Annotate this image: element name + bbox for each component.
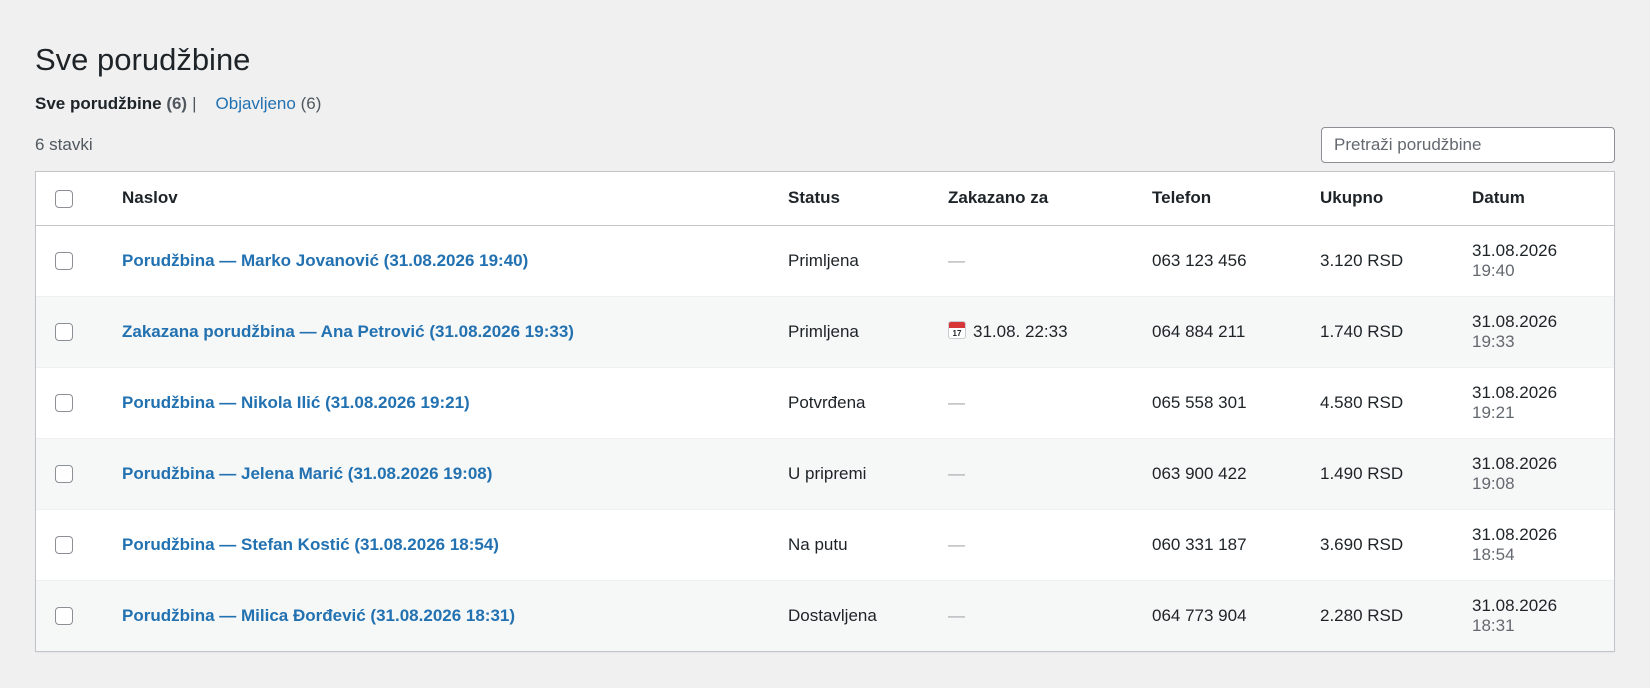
- order-phone: 063 900 422: [1152, 437, 1320, 509]
- order-date-time: 18:54: [1472, 544, 1515, 564]
- search-input[interactable]: [1321, 127, 1615, 163]
- table-row: Porudžbina — Nikola Ilić (31.08.2026 19:…: [36, 366, 1614, 438]
- order-date: 31.08.2026 19:21: [1472, 366, 1614, 438]
- order-date-day: 31.08.2026: [1472, 240, 1558, 260]
- order-title-link[interactable]: Porudžbina — Jelena Marić (31.08.2026 19…: [122, 464, 492, 483]
- order-title-link[interactable]: Porudžbina — Stefan Kostić (31.08.2026 1…: [122, 535, 499, 554]
- column-header-status: Status: [788, 172, 948, 226]
- order-date: 31.08.2026 18:31: [1472, 579, 1614, 651]
- column-header-phone: Telefon: [1152, 172, 1320, 226]
- scheduled-value: 31.08. 22:33: [973, 322, 1068, 341]
- order-phone: 065 558 301: [1152, 366, 1320, 438]
- order-date-time: 19:21: [1472, 402, 1515, 422]
- order-total: 1.490 RSD: [1320, 437, 1472, 509]
- order-status: Potvrđena: [788, 366, 948, 438]
- table-row: Porudžbina — Marko Jovanović (31.08.2026…: [36, 225, 1614, 296]
- order-phone: 063 123 456: [1152, 250, 1247, 270]
- row-select-cell: [36, 366, 122, 438]
- row-checkbox[interactable]: [55, 252, 73, 271]
- order-date: 31.08.2026 18:54: [1472, 508, 1614, 580]
- order-scheduled: —: [948, 225, 1152, 296]
- order-scheduled: —: [948, 579, 1152, 651]
- order-scheduled: —: [948, 508, 1152, 580]
- order-status: Primljena: [788, 250, 859, 270]
- column-header-title[interactable]: Naslov: [122, 172, 788, 226]
- order-total: 3.120 RSD: [1320, 250, 1404, 270]
- order-date: 31.08.2026 19:33: [1472, 295, 1614, 367]
- order-status: Na putu: [788, 508, 948, 580]
- order-date-day: 31.08.2026: [1472, 524, 1558, 544]
- row-select-cell: [36, 225, 122, 296]
- row-checkbox[interactable]: [55, 465, 73, 484]
- order-title-link[interactable]: Zakazana porudžbina — Ana Petrović (31.0…: [122, 322, 574, 341]
- order-date-time: 19:40: [1472, 260, 1515, 280]
- order-date: 31.08.2026 19:40: [1472, 225, 1614, 296]
- order-title-link[interactable]: Porudžbina — Nikola Ilić (31.08.2026 19:…: [122, 393, 470, 412]
- table-row: Porudžbina — Milica Đorđević (31.08.2026…: [36, 579, 1614, 651]
- view-all-count: (6): [166, 94, 188, 113]
- order-phone: 060 331 187: [1152, 508, 1320, 580]
- row-checkbox[interactable]: [55, 323, 73, 342]
- order-date-day: 31.08.2026: [1472, 382, 1558, 402]
- view-published-count: (6): [300, 94, 322, 113]
- column-header-date[interactable]: Datum: [1472, 172, 1614, 226]
- order-status: Primljena: [788, 295, 948, 367]
- order-status: U pripremi: [788, 437, 948, 509]
- order-scheduled: —: [948, 437, 1152, 509]
- order-phone: 064 773 904: [1152, 579, 1320, 651]
- select-all-cell: [36, 172, 122, 226]
- items-count: 6 stavki: [35, 135, 93, 154]
- order-date-day: 31.08.2026: [1472, 595, 1558, 615]
- column-header-total: Ukupno: [1320, 172, 1472, 226]
- row-select-cell: [36, 508, 122, 580]
- order-date-time: 19:08: [1472, 473, 1515, 493]
- order-total: 1.740 RSD: [1320, 295, 1472, 367]
- order-scheduled: 17 31.08. 22:33: [948, 295, 1152, 367]
- scheduled-value: —: [948, 463, 965, 483]
- scheduled-value: —: [948, 534, 965, 554]
- table-row: Zakazana porudžbina — Ana Petrović (31.0…: [36, 295, 1614, 367]
- order-date: 31.08.2026 19:08: [1472, 437, 1614, 509]
- row-select-cell: [36, 437, 122, 509]
- order-total: 4.580 RSD: [1320, 366, 1472, 438]
- order-phone: 064 884 211: [1152, 295, 1320, 367]
- table-header-row: Naslov Status Zakazano za Telefon Ukupno…: [36, 172, 1614, 226]
- select-all-checkbox[interactable]: [55, 189, 73, 208]
- order-date-time: 19:33: [1472, 331, 1515, 351]
- table-row: Porudžbina — Stefan Kostić (31.08.2026 1…: [36, 508, 1614, 580]
- scheduled-value: —: [948, 392, 965, 412]
- order-date-day: 31.08.2026: [1472, 311, 1558, 331]
- row-select-cell: [36, 579, 122, 651]
- orders-table: Naslov Status Zakazano za Telefon Ukupno…: [35, 171, 1615, 652]
- order-status: Dostavljena: [788, 579, 948, 651]
- scheduled-value: —: [948, 250, 965, 270]
- table-row: Porudžbina — Jelena Marić (31.08.2026 19…: [36, 437, 1614, 509]
- row-checkbox[interactable]: [55, 536, 73, 555]
- view-filters: Sve porudžbine (6) | Objavljeno (6): [35, 92, 321, 116]
- row-checkbox[interactable]: [55, 607, 73, 626]
- view-published-link[interactable]: Objavljeno: [216, 92, 296, 116]
- order-scheduled: —: [948, 366, 1152, 438]
- order-total: 3.690 RSD: [1320, 508, 1472, 580]
- order-title-link[interactable]: Porudžbina — Marko Jovanović (31.08.2026…: [122, 251, 528, 270]
- row-checkbox[interactable]: [55, 394, 73, 413]
- row-select-cell: [36, 295, 122, 367]
- view-separator: |: [192, 94, 197, 113]
- order-date-day: 31.08.2026: [1472, 453, 1558, 473]
- column-header-scheduled: Zakazano za: [948, 172, 1152, 226]
- order-date-time: 18:31: [1472, 615, 1515, 635]
- order-total: 2.280 RSD: [1320, 579, 1472, 651]
- order-title-link[interactable]: Porudžbina — Milica Đorđević (31.08.2026…: [122, 606, 515, 625]
- view-all-label[interactable]: Sve porudžbine: [35, 92, 162, 116]
- calendar-icon: 17: [948, 321, 966, 339]
- page-title: Sve porudžbine: [35, 42, 251, 77]
- scheduled-value: —: [948, 605, 965, 625]
